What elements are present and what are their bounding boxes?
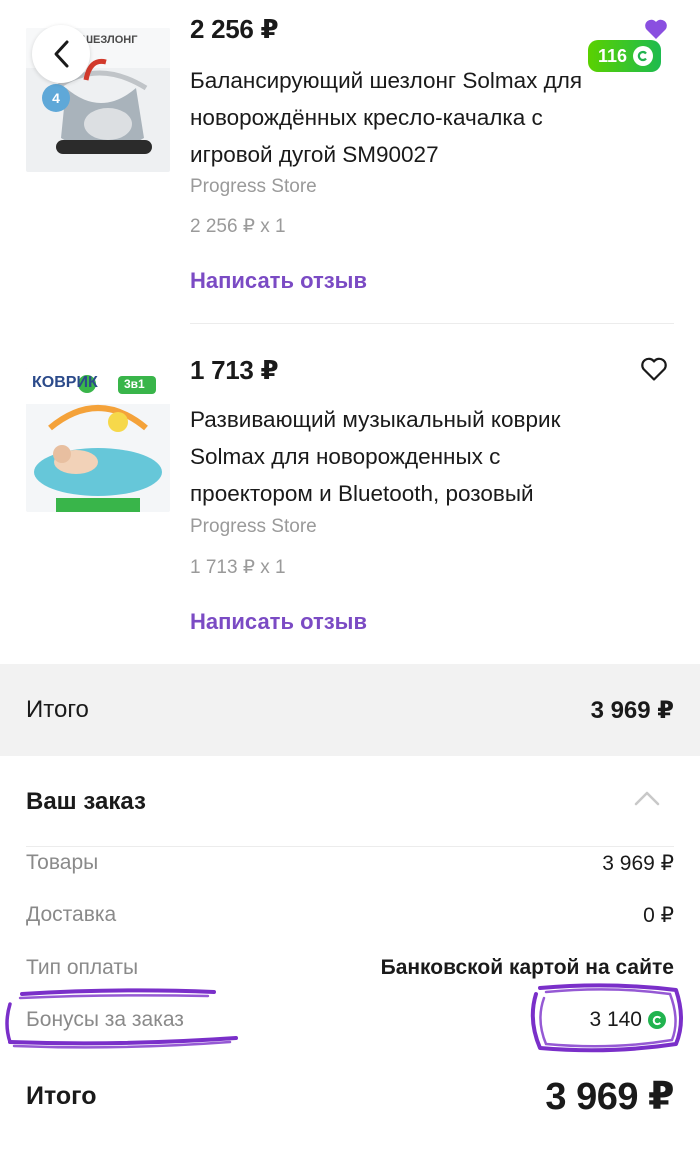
item-divider [190,323,674,324]
product-image-mat[interactable]: КОВРИК 3в1 [26,368,170,512]
svg-text:4: 4 [52,90,60,106]
chevron-left-icon [54,40,69,68]
order-summary-title[interactable]: Ваш заказ [26,788,146,816]
row-value: 0 ₽ [643,904,674,927]
summary-row-goods: Товары 3 969 ₽ [26,851,674,881]
final-total-value: 3 969 ₽ [545,1076,674,1118]
product-title-line: Балансирующий шезлонг Solmax для [190,68,583,93]
price-quantity: 1 713 ₽ x 1 [190,557,286,578]
product-image-badge: 3в1 [124,377,145,391]
product-title-line: Solmax для новорожденных с [190,444,501,469]
product-price: 2 256 ₽ [190,14,279,44]
summary-divider [26,846,674,847]
product-price: 1 713 ₽ [190,355,279,385]
back-button[interactable] [32,25,90,83]
row-value: Банковской картой на сайте [380,956,674,979]
bonus-value: 3 140 [589,1008,666,1032]
final-total-label: Итого [26,1082,97,1110]
price-quantity: 2 256 ₽ x 1 [190,216,286,237]
chevron-up-icon[interactable] [634,790,660,806]
total-value: 3 969 ₽ [590,697,674,724]
row-label: Доставка [26,903,117,926]
heart-outline-icon[interactable] [640,356,668,382]
product-title-line: проектором и Bluetooth, розовый [190,481,534,506]
total-label: Итого [26,696,89,723]
row-label: Товары [26,851,99,874]
product-image-label: КОВРИК [32,374,98,391]
product-title[interactable]: Балансирующий шезлонг Solmax для новорож… [190,62,630,173]
product-title[interactable]: Развивающий музыкальный коврик Solmax дл… [190,401,630,512]
product-title-line: Развивающий музыкальный коврик [190,407,561,432]
row-label: Тип оплаты [26,956,139,979]
summary-row-delivery: Доставка 0 ₽ [26,903,674,933]
write-review-link[interactable]: Написать отзыв [190,268,367,294]
row-value: 3 969 ₽ [602,852,674,875]
product-title-line: игровой дугой SM90027 [190,142,439,167]
order-total-band: Итого 3 969 ₽ [0,664,700,756]
store-name[interactable]: Progress Store [190,516,317,538]
bonus-badge-value: 116 [598,45,628,66]
row-label: Бонусы за заказ [26,1008,184,1031]
bonus-amount: 3 140 [589,1008,642,1031]
summary-row-payment: Тип оплаты Банковской картой на сайте [26,956,674,986]
bonus-badge: 116 [588,40,662,72]
store-name[interactable]: Progress Store [190,176,317,198]
summary-row-bonus: Бонусы за заказ 3 140 [26,1008,674,1038]
write-review-link[interactable]: Написать отзыв [190,609,367,635]
bonus-coin-icon [648,1011,666,1029]
product-title-line: новорождённых кресло-качалка с [190,105,543,130]
bonus-coin-icon [633,46,654,66]
product-image-label: ШЕЗЛОНГ [82,34,138,46]
heart-filled-icon[interactable] [644,18,668,40]
